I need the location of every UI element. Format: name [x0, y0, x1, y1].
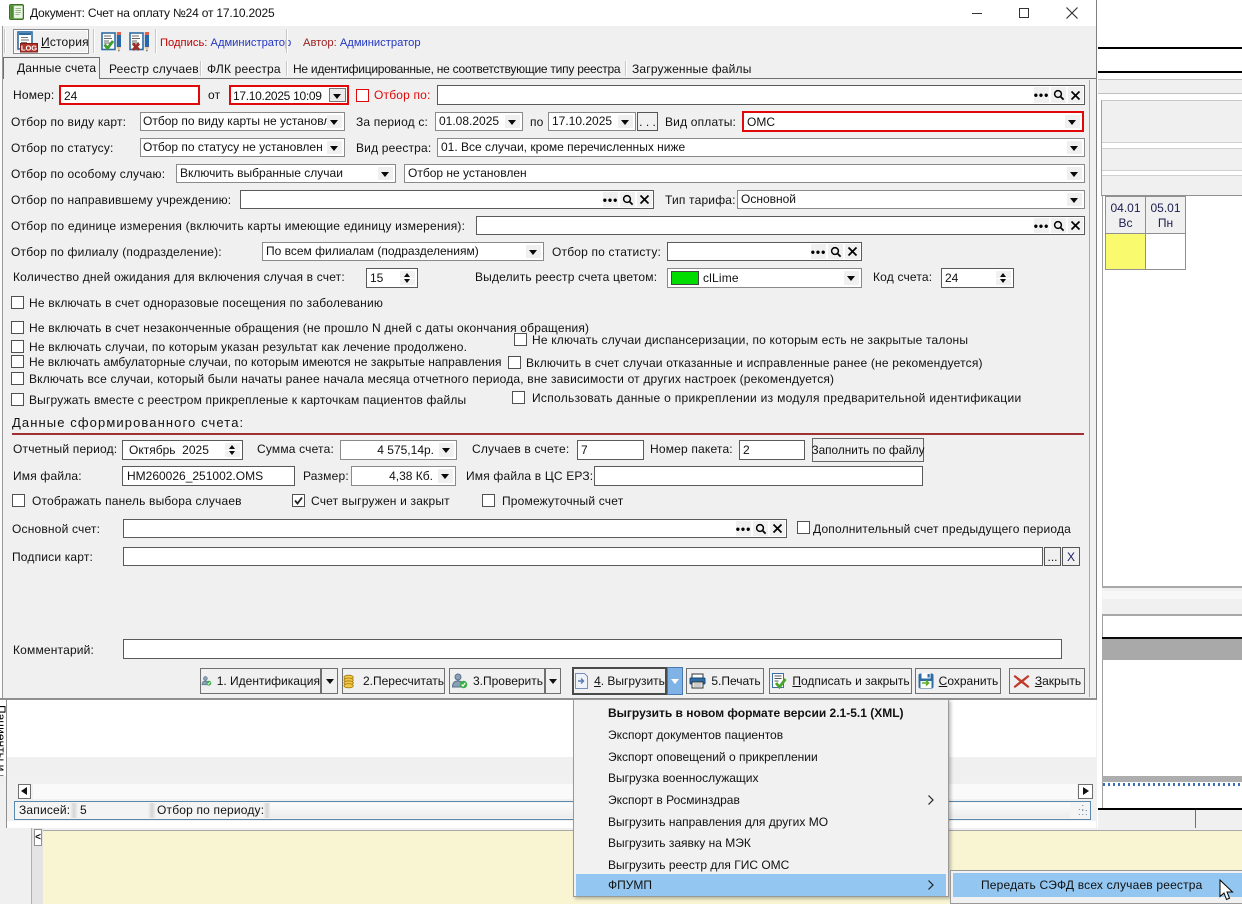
svg-text:LOG: LOG — [21, 44, 37, 53]
